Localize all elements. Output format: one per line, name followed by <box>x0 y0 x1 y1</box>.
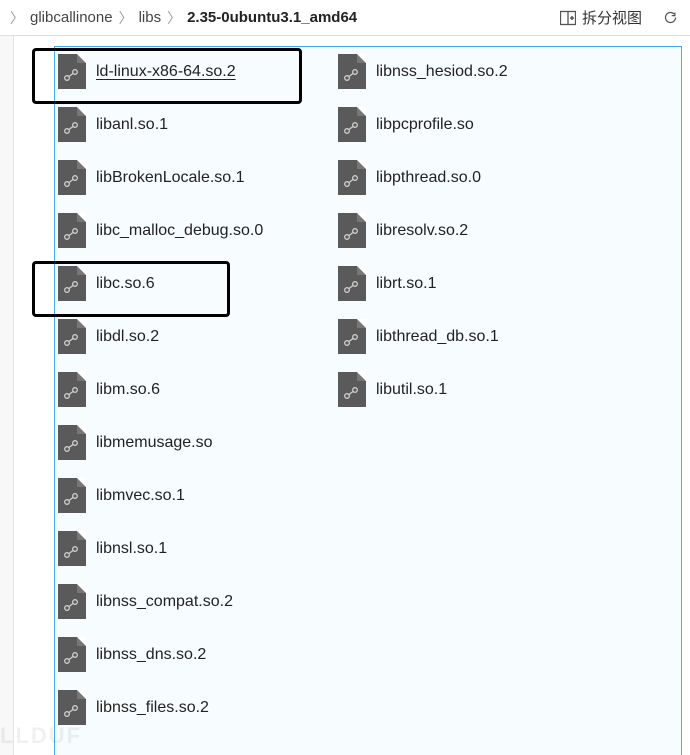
refresh-icon <box>663 10 678 25</box>
shared-object-file-icon <box>58 107 86 142</box>
file-name: libthread_db.so.1 <box>376 328 499 346</box>
file-column: ld-linux-x86-64.so.2 libanl.so.1 libBrok… <box>58 54 338 743</box>
shared-object-file-icon <box>58 478 86 513</box>
file-name: libresolv.so.2 <box>376 222 468 240</box>
refresh-button[interactable] <box>656 4 684 32</box>
chevron-right-icon: 〉 <box>119 11 133 25</box>
split-view-button[interactable]: 拆分视图 <box>552 3 650 32</box>
shared-object-file-icon <box>338 160 366 195</box>
file-name: libmemusage.so <box>96 434 213 452</box>
shared-object-file-icon <box>338 266 366 301</box>
shared-object-file-icon <box>338 319 366 354</box>
file-item[interactable]: libnss_files.so.2 <box>58 690 338 725</box>
shared-object-file-icon <box>58 319 86 354</box>
file-name: libnss_files.so.2 <box>96 699 209 717</box>
file-item[interactable]: libnss_compat.so.2 <box>58 584 338 619</box>
shared-object-file-icon <box>58 584 86 619</box>
breadcrumb-segment-current[interactable]: 2.35-0ubuntu3.1_amd64 <box>187 9 357 26</box>
file-column: libnss_hesiod.so.2 libpcprofile.so libpt… <box>338 54 638 425</box>
chevron-right-icon: 〉 <box>167 11 181 25</box>
file-item[interactable]: libmvec.so.1 <box>58 478 338 513</box>
shared-object-file-icon <box>338 372 366 407</box>
file-name: libnsl.so.1 <box>96 540 167 558</box>
shared-object-file-icon <box>58 637 86 672</box>
shared-object-file-icon <box>58 266 86 301</box>
shared-object-file-icon <box>58 690 86 725</box>
shared-object-file-icon <box>58 213 86 248</box>
watermark-text: LLDUF <box>0 723 82 749</box>
file-name: libm.so.6 <box>96 381 160 399</box>
breadcrumb-segment[interactable]: glibcallinone <box>30 9 113 26</box>
file-name: libBrokenLocale.so.1 <box>96 169 245 187</box>
file-name: ld-linux-x86-64.so.2 <box>96 63 236 81</box>
file-item[interactable]: libm.so.6 <box>58 372 338 407</box>
file-name: libutil.so.1 <box>376 381 447 399</box>
chevron-right-icon: 〉 <box>10 11 24 25</box>
shared-object-file-icon <box>58 425 86 460</box>
top-toolbar: 〉 glibcallinone 〉 libs 〉 2.35-0ubuntu3.1… <box>0 0 690 36</box>
file-name: libmvec.so.1 <box>96 487 185 505</box>
file-item[interactable]: libdl.so.2 <box>58 319 338 354</box>
file-name: libpcprofile.so <box>376 116 474 134</box>
file-item[interactable]: libmemusage.so <box>58 425 338 460</box>
shared-object-file-icon <box>338 213 366 248</box>
file-name: librt.so.1 <box>376 275 436 293</box>
left-tab-rail[interactable] <box>0 36 14 755</box>
file-item[interactable]: libpthread.so.0 <box>338 160 638 195</box>
file-name: libanl.so.1 <box>96 116 168 134</box>
split-view-label: 拆分视图 <box>582 7 642 28</box>
file-item[interactable]: libresolv.so.2 <box>338 213 638 248</box>
breadcrumb: glibcallinone 〉 libs 〉 2.35-0ubuntu3.1_a… <box>30 9 546 26</box>
file-name: libdl.so.2 <box>96 328 159 346</box>
shared-object-file-icon <box>338 107 366 142</box>
file-item[interactable]: librt.so.1 <box>338 266 638 301</box>
file-item[interactable]: libBrokenLocale.so.1 <box>58 160 338 195</box>
file-name: libnss_compat.so.2 <box>96 593 233 611</box>
file-item[interactable]: libpcprofile.so <box>338 107 638 142</box>
file-name: libnss_hesiod.so.2 <box>376 63 508 81</box>
file-name: libnss_dns.so.2 <box>96 646 206 664</box>
split-view-icon <box>560 10 576 26</box>
shared-object-file-icon <box>338 54 366 89</box>
file-item[interactable]: libnss_hesiod.so.2 <box>338 54 638 89</box>
file-item[interactable]: libanl.so.1 <box>58 107 338 142</box>
file-name: libc_malloc_debug.so.0 <box>96 222 263 240</box>
shared-object-file-icon <box>58 372 86 407</box>
shared-object-file-icon <box>58 531 86 566</box>
file-item[interactable]: libthread_db.so.1 <box>338 319 638 354</box>
file-area: ld-linux-x86-64.so.2 libanl.so.1 libBrok… <box>14 36 690 755</box>
breadcrumb-segment[interactable]: libs <box>139 9 162 26</box>
shared-object-file-icon <box>58 160 86 195</box>
file-item[interactable]: libc.so.6 <box>58 266 338 301</box>
file-name: libc.so.6 <box>96 275 155 293</box>
file-item[interactable]: libnsl.so.1 <box>58 531 338 566</box>
file-item[interactable]: libc_malloc_debug.so.0 <box>58 213 338 248</box>
file-item[interactable]: ld-linux-x86-64.so.2 <box>58 54 338 89</box>
file-item[interactable]: libutil.so.1 <box>338 372 638 407</box>
file-name: libpthread.so.0 <box>376 169 481 187</box>
shared-object-file-icon <box>58 54 86 89</box>
file-item[interactable]: libnss_dns.so.2 <box>58 637 338 672</box>
